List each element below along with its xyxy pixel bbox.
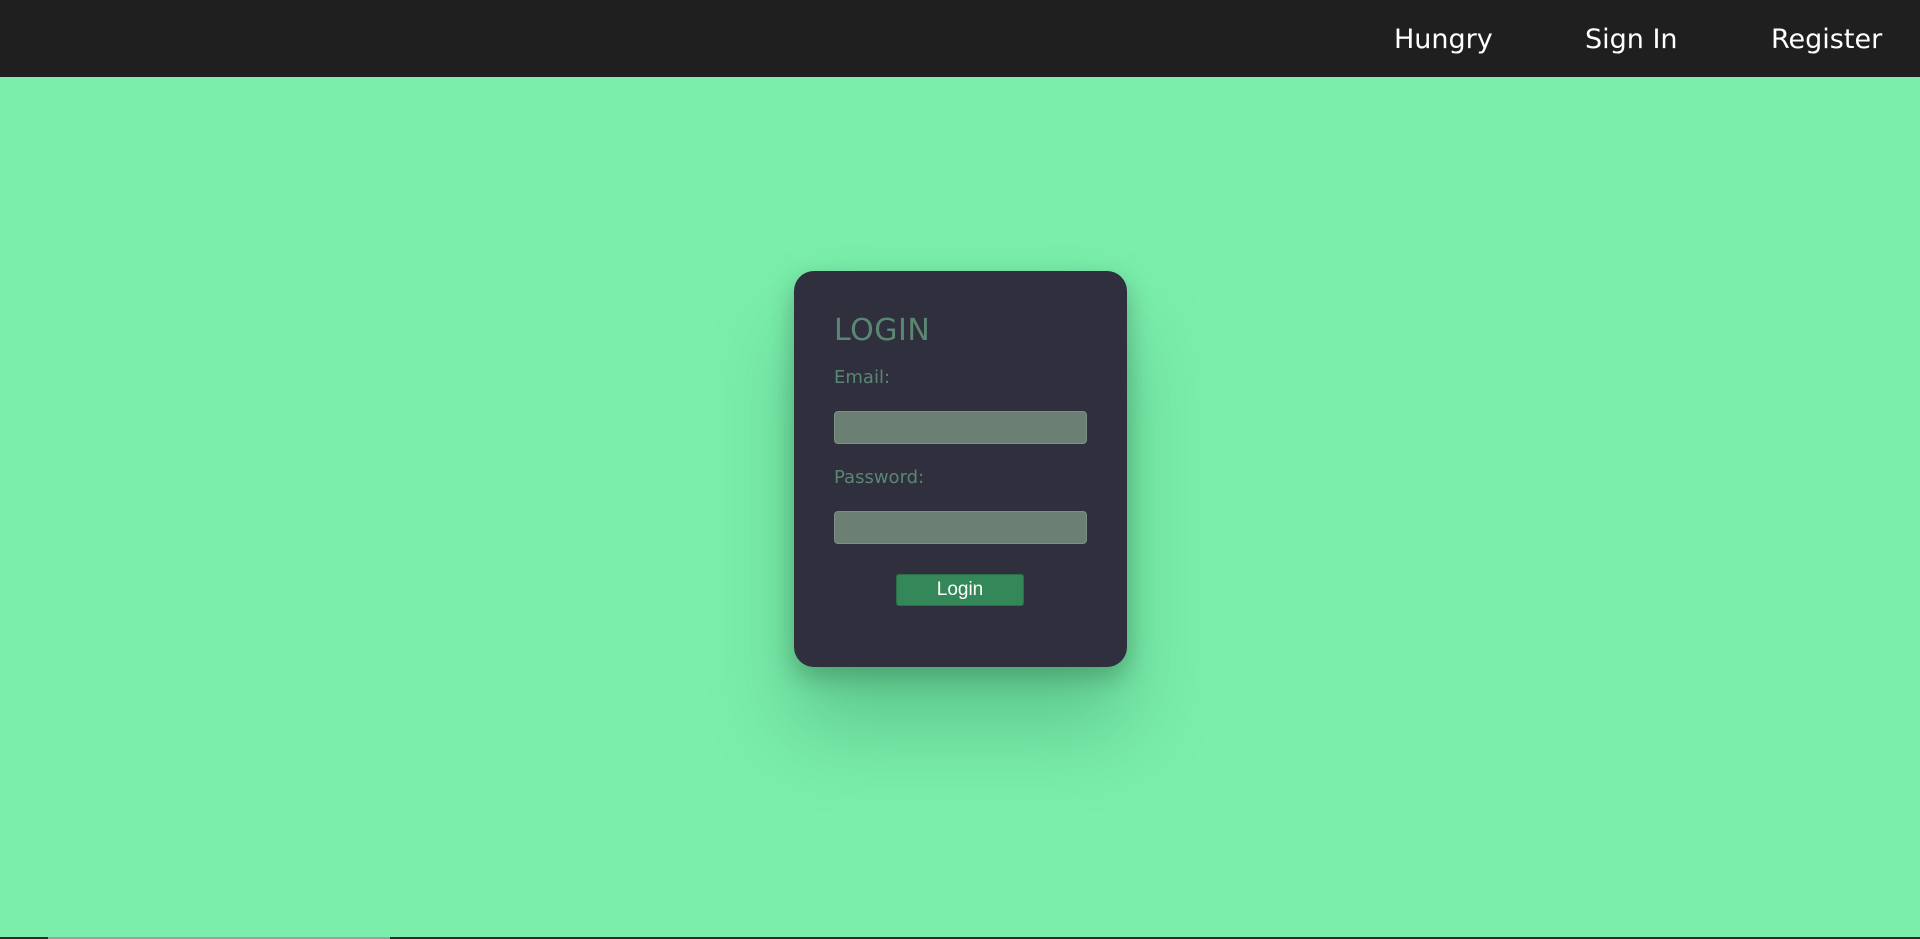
nav-link-sign-in[interactable]: Sign In [1585,0,1678,77]
email-input[interactable] [834,411,1087,444]
top-navbar: Hungry Sign In Register [0,0,1920,77]
nav-link-register[interactable]: Register [1771,0,1882,77]
email-label: Email: [834,367,891,388]
password-input[interactable] [834,511,1087,544]
password-label: Password: [834,467,925,488]
nav-link-hungry[interactable]: Hungry [1394,0,1493,77]
login-card: LOGIN Email: Password: Login [794,271,1127,667]
login-button[interactable]: Login [896,574,1024,606]
login-title: LOGIN [834,313,931,348]
